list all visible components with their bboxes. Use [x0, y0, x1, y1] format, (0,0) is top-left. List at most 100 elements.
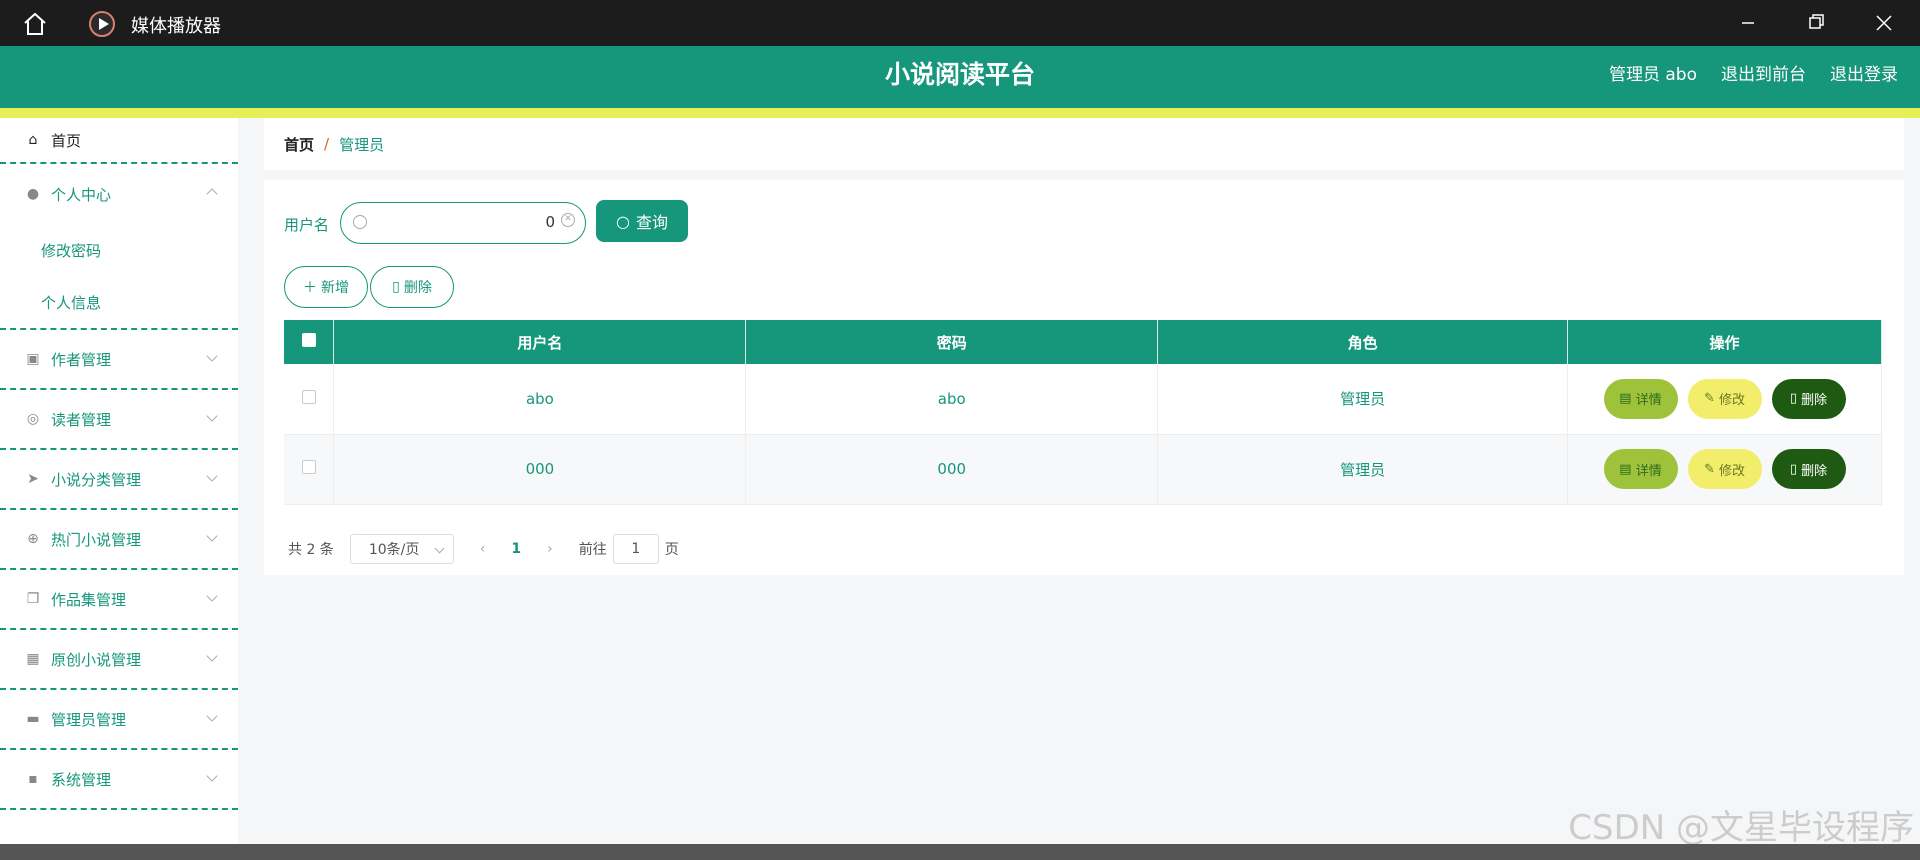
edit-button[interactable]: ✎ 修改 [1687, 449, 1762, 489]
close-icon[interactable] [1869, 10, 1899, 36]
sidebar-item-label: 读者管理 [51, 410, 112, 429]
next-page-icon[interactable]: › [547, 541, 553, 557]
sidebar-item-label: 个人中心 [51, 185, 112, 204]
sidebar-item-personal[interactable]: ● 个人中心 [0, 164, 238, 224]
home-icon[interactable] [22, 11, 48, 37]
delete-button-label: 删除 [403, 280, 432, 296]
copy-icon: ❐ [26, 591, 40, 607]
back-to-frontend-link[interactable]: 退出到前台 [1721, 60, 1806, 85]
logout-link[interactable]: 退出登录 [1830, 60, 1898, 85]
restore-icon[interactable] [1800, 10, 1830, 36]
pagination-total: 共 2 条 [288, 542, 334, 558]
table-header-row: 用户名 密码 角色 操作 [284, 320, 1882, 364]
sidebar-item-label: 小说分类管理 [51, 470, 142, 489]
admin-table: 用户名 密码 角色 操作 abo abo 管理员 ▤ 详情 ✎ 修改 ▯ 删除 [284, 320, 1882, 505]
paper-plane-icon: ➤ [27, 471, 39, 487]
chevron-down-icon [206, 350, 218, 362]
row-delete-button-label: 删除 [1801, 463, 1828, 479]
clipboard-icon: ▣ [26, 351, 40, 367]
cell-password: abo [745, 364, 1159, 435]
trash-icon: ▯ [1789, 391, 1797, 407]
add-button[interactable]: ＋新增 [284, 266, 368, 308]
sidebar: ⌂ 首页 ● 个人中心 修改密码 个人信息 ▣ 作者管理 ◎ 读者管理 ➤ 小说分类管… [0, 118, 238, 844]
breadcrumb: 首页 / 管理员 [264, 118, 1904, 170]
search-input[interactable]: 0 ✕ [340, 202, 586, 244]
sidebar-subitem-change-password[interactable]: 修改密码 [0, 224, 238, 276]
sidebar-subitem-profile[interactable]: 个人信息 [0, 276, 238, 328]
sidebar-item-label: 作品集管理 [51, 590, 127, 609]
admin-user-link[interactable]: 管理员 abo [1609, 60, 1697, 85]
detail-button[interactable]: ▤ 详情 [1603, 378, 1678, 419]
sidebar-item-label: 作者管理 [51, 350, 112, 369]
table-row: 000 000 管理员 ▤ 详情 ✎ 修改 ▯ 删除 [284, 434, 1882, 505]
document-icon: ▤ [1619, 461, 1632, 477]
row-checkbox[interactable] [301, 389, 316, 404]
pagination: 共 2 条 10条/页 ‹ 1 › 前往 1 页 [288, 534, 679, 564]
table-row: abo abo 管理员 ▤ 详情 ✎ 修改 ▯ 删除 [284, 364, 1882, 435]
sidebar-item-categories[interactable]: ➤ 小说分类管理 [0, 450, 238, 510]
sidebar-item-home[interactable]: ⌂ 首页 [0, 118, 238, 164]
trash-icon: ▯ [392, 279, 400, 295]
row-delete-button-label: 删除 [1801, 393, 1828, 409]
column-header-role[interactable]: 角色 [1157, 320, 1569, 364]
chevron-down-icon [206, 470, 218, 482]
breadcrumb-separator: / [324, 135, 330, 153]
chevron-up-icon [206, 188, 218, 200]
main-content: 首页 / 管理员 用户名 0 ✕ ○ 查询 ＋新增 ▯ 删除 用户名 密码 角色… [264, 118, 1904, 575]
trash-icon: ▯ [1789, 461, 1797, 477]
lifebuoy-icon: ◎ [26, 411, 40, 427]
clear-icon[interactable]: ✕ [561, 213, 575, 227]
column-header-password[interactable]: 密码 [745, 320, 1159, 364]
sidebar-item-hot-novels[interactable]: ⊕ 热门小说管理 [0, 510, 238, 570]
chevron-down-icon [206, 770, 218, 782]
chevron-down-icon [206, 530, 218, 542]
prev-page-icon[interactable]: ‹ [480, 541, 486, 557]
select-all-checkbox[interactable] [301, 333, 316, 347]
query-button[interactable]: ○ 查询 [596, 200, 688, 242]
house-icon: ⌂ [28, 132, 38, 148]
user-icon: ● [26, 186, 40, 202]
app-header: 小说阅读平台 管理员 abo 退出到前台 退出登录 [0, 46, 1920, 108]
sidebar-item-label: 首页 [51, 131, 82, 150]
breadcrumb-current: 管理员 [339, 135, 385, 154]
column-header-username[interactable]: 用户名 [333, 320, 747, 364]
sidebar-item-collections[interactable]: ❐ 作品集管理 [0, 570, 238, 630]
sidebar-item-readers[interactable]: ◎ 读者管理 [0, 390, 238, 450]
search-icon: ○ [616, 211, 630, 231]
row-delete-button[interactable]: ▯ 删除 [1771, 449, 1846, 489]
goto-prefix: 前往 [578, 542, 607, 558]
cell-role: 管理员 [1157, 434, 1569, 505]
window-title: 媒体播放器 [131, 16, 221, 37]
sidebar-item-authors[interactable]: ▣ 作者管理 [0, 330, 238, 390]
cell-password: 000 [745, 434, 1159, 505]
delete-button[interactable]: ▯ 删除 [370, 266, 454, 308]
sidebar-item-system[interactable]: ▪ 系统管理 [0, 750, 238, 810]
sidebar-item-admins[interactable]: ▬ 管理员管理 [0, 690, 238, 750]
row-delete-button[interactable]: ▯ 删除 [1771, 378, 1846, 419]
search-icon [353, 215, 367, 229]
pencil-icon: ✎ [1703, 391, 1715, 407]
detail-button-label: 详情 [1635, 393, 1662, 409]
page-size-select[interactable]: 10条/页 [349, 534, 454, 564]
search-label: 用户名 [284, 216, 330, 234]
edit-button[interactable]: ✎ 修改 [1687, 378, 1762, 419]
breadcrumb-home[interactable]: 首页 [284, 134, 314, 155]
cell-username: 000 [333, 434, 747, 505]
current-page[interactable]: 1 [511, 541, 521, 557]
row-checkbox[interactable] [301, 460, 316, 474]
bottom-bar [0, 844, 1920, 860]
query-button-label: 查询 [635, 213, 668, 232]
briefcase-icon: ▬ [26, 711, 40, 727]
minimize-icon[interactable] [1733, 10, 1763, 36]
sidebar-item-original-novels[interactable]: ▦ 原创小说管理 [0, 630, 238, 690]
sidebar-item-label: 原创小说管理 [51, 650, 142, 669]
edit-button-label: 修改 [1719, 393, 1746, 409]
document-icon: ▤ [1619, 391, 1632, 407]
goto-page-input[interactable]: 1 [612, 534, 659, 564]
window-titlebar: 媒体播放器 [0, 0, 1920, 46]
chevron-down-icon [206, 710, 218, 722]
chevron-down-icon [206, 650, 218, 662]
detail-button[interactable]: ▤ 详情 [1603, 449, 1678, 489]
detail-button-label: 详情 [1635, 463, 1662, 479]
sidebar-item-label: 管理员管理 [51, 710, 127, 729]
